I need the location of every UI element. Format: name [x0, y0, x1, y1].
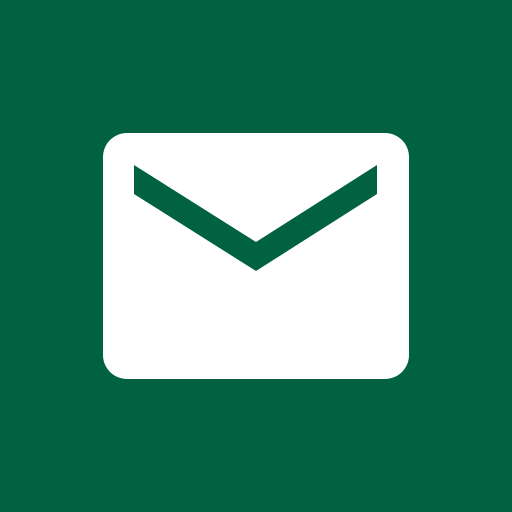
app-icon-tile: [0, 0, 512, 512]
mail-icon: [0, 0, 512, 512]
